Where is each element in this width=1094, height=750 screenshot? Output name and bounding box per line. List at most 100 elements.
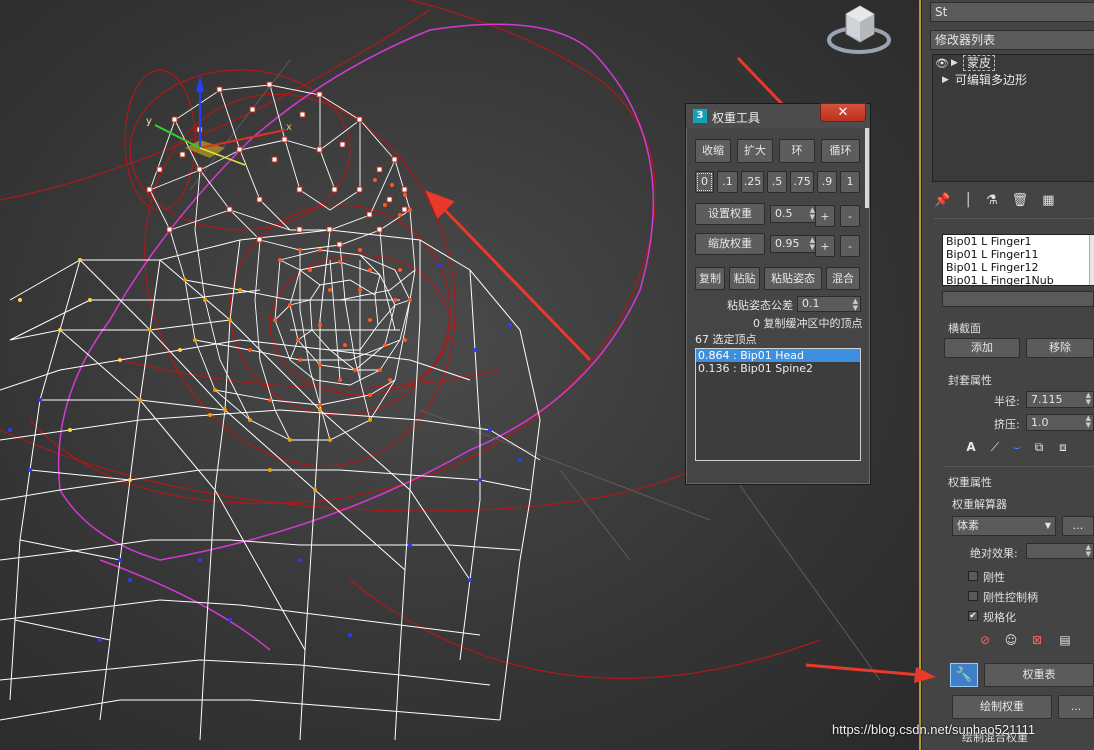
remove-cross-section-button[interactable]: 移除 <box>1026 338 1094 358</box>
bake-weights-icon[interactable]: ▤ <box>1054 629 1076 651</box>
normalize-label: 规格化 <box>983 611 1016 624</box>
select-excluded-icon[interactable]: ⊠ <box>1026 629 1048 651</box>
dialog-scrollbar[interactable] <box>865 128 869 208</box>
list-item[interactable]: Bip01 L Finger11 <box>946 248 1094 261</box>
remove-modifier-icon[interactable]: 🗑 <box>1012 193 1029 208</box>
ring-button[interactable]: 环 <box>779 139 815 163</box>
modifier-label: 可编辑多边形 <box>955 73 1028 87</box>
shrink-button[interactable]: 收缩 <box>695 139 731 163</box>
paste-tolerance-spinner[interactable]: 0.1 ▲ ▼ <box>797 296 861 312</box>
bone-list[interactable]: Bip01 L Finger1 Bip01 L Finger11 Bip01 L… <box>942 234 1094 286</box>
expand-triangle-icon[interactable]: ▶ <box>951 55 958 72</box>
preset-05-button[interactable]: .5 <box>767 171 787 193</box>
show-end-result-icon[interactable]: │ <box>964 193 972 208</box>
rigid-checkbox[interactable] <box>968 571 978 581</box>
add-cross-section-button[interactable]: 添加 <box>944 338 1020 358</box>
spinner-arrows-icon[interactable]: ▲ ▼ <box>853 298 858 312</box>
dialog-title-bar[interactable]: 3 权重工具 ✕ <box>686 103 870 128</box>
selected-vertices <box>8 81 522 642</box>
radius-spinner[interactable]: 7.115 ▲ ▼ <box>1026 391 1094 408</box>
svg-text:x: x <box>286 122 292 133</box>
cross-section-title: 横截面 <box>948 322 981 335</box>
set-weight-minus-button[interactable]: - <box>840 205 860 227</box>
paste-pos-button[interactable]: 粘贴姿态 <box>764 267 822 290</box>
copy-envelope-icon[interactable]: ⧉ <box>1028 436 1050 458</box>
paste-button[interactable]: 粘贴 <box>729 267 760 290</box>
copy-button[interactable]: 复制 <box>695 267 725 290</box>
list-item[interactable]: Bip01 L Finger1Nub <box>946 274 1094 285</box>
set-weight-spinner[interactable]: 0.5 ▲ ▼ <box>770 205 818 223</box>
weight-tool-wrench-icon[interactable]: 🔧 <box>950 663 978 687</box>
rigid-handles-label: 刚性控制柄 <box>983 591 1038 604</box>
close-button[interactable]: ✕ <box>820 103 866 122</box>
viewcube-icon[interactable] <box>826 2 892 56</box>
radius-label: 半径: <box>994 395 1020 408</box>
list-item[interactable]: 0.864 : Bip01 Head <box>696 349 860 362</box>
scale-weight-minus-button[interactable]: - <box>840 235 860 257</box>
list-scrollbar[interactable] <box>1089 235 1094 285</box>
weight-table-button[interactable]: 权重表 <box>984 663 1094 687</box>
copy-buffer-status: 0 复制缓冲区中的顶点 <box>753 317 863 330</box>
exclude-verts-icon[interactable]: ⊘ <box>974 629 996 651</box>
list-item[interactable]: Bip01 L Finger12 <box>946 261 1094 274</box>
modifier-list-dropdown[interactable]: 修改器列表 <box>930 30 1094 50</box>
svg-text:y: y <box>146 116 152 127</box>
absolute-a-icon[interactable]: A <box>960 436 982 458</box>
eye-icon[interactable]: 👁 <box>935 55 949 72</box>
envelope-properties-title: 封套属性 <box>948 374 992 387</box>
loop-button[interactable]: 循环 <box>821 139 860 163</box>
spinner-arrows-icon[interactable]: ▲ ▼ <box>1086 392 1091 406</box>
rigid-handles-checkbox[interactable] <box>968 591 978 601</box>
paint-weights-button[interactable]: 绘制权重 <box>952 695 1052 719</box>
scale-weight-button[interactable]: 缩放权重 <box>695 233 765 255</box>
preset-09-button[interactable]: .9 <box>817 171 837 193</box>
paint-options-button[interactable]: ... <box>1058 695 1094 719</box>
object-name-field[interactable]: St <box>930 2 1094 22</box>
blend-button[interactable]: 混合 <box>826 267 860 290</box>
squash-label: 挤压: <box>994 418 1020 431</box>
stack-toolbar: 📌 │ ⚗ 🗑 ▦ <box>934 190 1094 210</box>
modifier-item-editable-poly[interactable]: ▶ 可编辑多边形 <box>933 72 1094 89</box>
preset-01-button[interactable]: .1 <box>717 171 738 193</box>
modifier-stack[interactable]: 👁 ▶ 蒙皮 ▶ 可编辑多边形 <box>932 54 1094 182</box>
set-weight-button[interactable]: 设置权重 <box>695 203 765 225</box>
weight-tool-dialog[interactable]: 3 权重工具 ✕ 收缩 扩大 环 循环 0 .1 .25 .5 .75 .9 1… <box>685 103 871 485</box>
annotation-arrow-wrench <box>805 663 936 683</box>
envelope-visible-icon[interactable]: ⟋ <box>984 436 1006 458</box>
grow-button[interactable]: 扩大 <box>737 139 773 163</box>
modifier-item-skin[interactable]: 👁 ▶ 蒙皮 <box>933 55 1094 72</box>
spinner-arrows-icon[interactable]: ▲ ▼ <box>1086 415 1091 429</box>
absolute-effect-spinner[interactable]: ▲ ▼ <box>1026 543 1094 559</box>
watermark-text: https://blog.csdn.net/sunhao521111 <box>832 722 1036 737</box>
normalize-checkbox[interactable]: ✔ <box>968 611 978 621</box>
list-item[interactable]: 0.136 : Bip01 Spine2 <box>696 362 860 375</box>
rigid-label: 刚性 <box>983 571 1005 584</box>
weight-solver-dropdown[interactable]: 体素 ▼ <box>952 516 1056 536</box>
paste-envelope-icon[interactable]: ⧈ <box>1052 436 1074 458</box>
include-verts-icon[interactable]: ☺ <box>1000 629 1022 651</box>
paste-tolerance-value: 0.1 <box>802 297 820 310</box>
solver-options-button[interactable]: ... <box>1062 516 1094 536</box>
weight-solver-label: 权重解算器 <box>952 498 1007 511</box>
scale-weight-plus-button[interactable]: + <box>815 235 835 257</box>
preset-025-button[interactable]: .25 <box>741 171 764 193</box>
squash-spinner[interactable]: 1.0 ▲ ▼ <box>1026 414 1094 431</box>
falloff-curve-icon[interactable]: ⌣ <box>1006 436 1028 458</box>
weight-properties-title: 权重属性 <box>948 476 992 489</box>
list-item[interactable]: Bip01 L Finger1 <box>946 235 1094 248</box>
scale-weight-spinner[interactable]: 0.95 ▲ ▼ <box>770 235 818 253</box>
preset-1-button[interactable]: 1 <box>840 171 860 193</box>
pin-stack-icon[interactable]: 📌 <box>934 193 950 208</box>
make-unique-icon[interactable]: ⚗ <box>986 193 998 208</box>
command-panel: St 修改器列表 👁 ▶ 蒙皮 ▶ 可编辑多边形 📌 │ ⚗ 🗑 ▦ Bip01… <box>921 0 1094 750</box>
bone-filter-field[interactable] <box>942 291 1094 307</box>
set-weight-plus-button[interactable]: + <box>815 205 835 227</box>
expand-triangle-icon[interactable]: ▶ <box>942 72 949 89</box>
app-icon: 3 <box>693 109 707 123</box>
preset-075-button[interactable]: .75 <box>790 171 814 193</box>
weight-solver-value: 体素 <box>957 519 979 532</box>
preset-0-button[interactable]: 0 <box>695 171 714 193</box>
configure-sets-icon[interactable]: ▦ <box>1042 193 1054 208</box>
spinner-arrows-icon[interactable]: ▲ ▼ <box>1086 544 1091 558</box>
vertex-weight-list[interactable]: 0.864 : Bip01 Head 0.136 : Bip01 Spine2 <box>695 348 861 461</box>
